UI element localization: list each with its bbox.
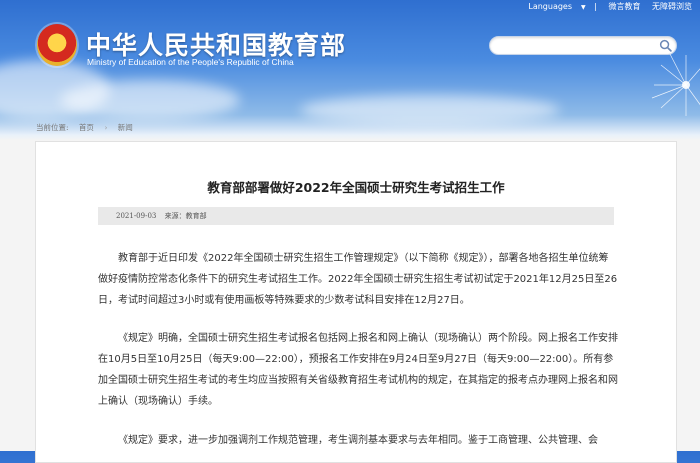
article-paragraph: 《规定》明确，全国硕士研究生招生考试报名包括网上报名和网上确认（现场确认）两个阶…: [98, 333, 618, 407]
separator: |: [594, 2, 597, 11]
site-subtitle: Ministry of Education of the People's Re…: [87, 57, 294, 67]
breadcrumb: 当前位置: 首页 › 新闻: [36, 122, 141, 133]
site-header: ★ 中华人民共和国教育部 Ministry of Education of th…: [0, 0, 700, 120]
breadcrumb-prefix: 当前位置:: [36, 123, 69, 132]
national-emblem-icon: ★: [37, 24, 77, 66]
weibo-link[interactable]: 微言教育: [608, 1, 640, 12]
article-paragraph: 教育部于近日印发《2022年全国硕士研究生招生工作管理规定》（以下简称《规定》）…: [98, 253, 618, 306]
top-links: Languages ▼ | 微言教育 无障碍浏览: [519, 1, 692, 12]
article-source: 来源：教育部: [164, 212, 207, 220]
article-meta-bar: 2021-09-03 来源：教育部: [98, 207, 614, 225]
article-title: 教育部部署做好2022年全国硕士研究生考试招生工作: [207, 180, 505, 195]
search-input[interactable]: [498, 41, 662, 59]
languages-link[interactable]: Languages ▼: [528, 2, 585, 11]
breadcrumb-home[interactable]: 首页: [79, 123, 94, 132]
article-panel: 教育部部署做好2022年全国硕士研究生考试招生工作 2021-09-03 来源：…: [35, 141, 677, 463]
breadcrumb-separator-icon: ›: [104, 123, 108, 132]
languages-label: Languages: [528, 2, 573, 11]
article-date: 2021-09-03: [116, 212, 157, 220]
accessibility-link[interactable]: 无障碍浏览: [652, 1, 692, 12]
dandelion-decoration: [651, 53, 700, 116]
breadcrumb-current[interactable]: 新闻: [118, 123, 133, 132]
article-paragraph: 《规定》要求，进一步加强调剂工作规范管理，考生调剂基本要求与去年相同。鉴于工商管…: [118, 435, 598, 446]
chevron-down-icon: ▼: [581, 4, 586, 11]
star-icon: ★: [50, 32, 63, 48]
